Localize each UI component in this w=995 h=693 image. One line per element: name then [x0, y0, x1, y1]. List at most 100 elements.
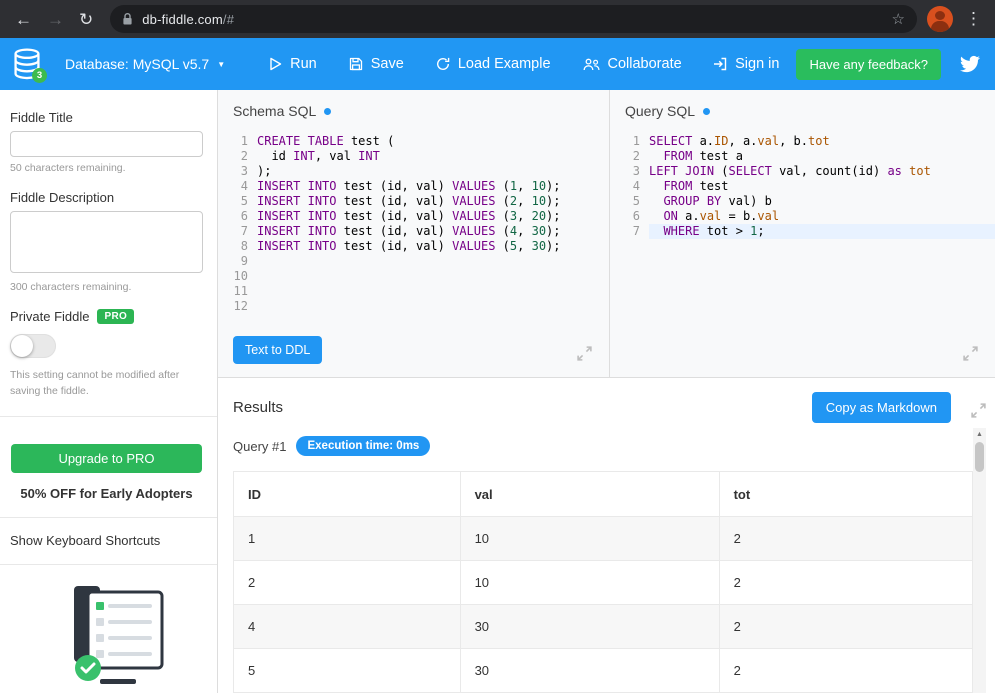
fiddle-title-input[interactable]	[10, 131, 203, 157]
app-header: 3 Database: MySQL v5.7 ▼ Run Save Load E…	[0, 38, 995, 90]
lock-icon	[122, 12, 133, 26]
table-cell: 10	[461, 517, 720, 561]
back-button[interactable]: ←	[15, 11, 32, 28]
query-editor[interactable]: 1SELECT a.ID, a.val, b.tot2 FROM test a3…	[625, 134, 995, 239]
schema-panel: Schema SQL 1CREATE TABLE test (2 id INT,…	[218, 90, 610, 377]
text-to-ddl-button[interactable]: Text to DDL	[233, 336, 322, 364]
reload-icon	[436, 57, 450, 71]
divider	[0, 564, 217, 565]
database-selector[interactable]: Database: MySQL v5.7 ▼	[65, 56, 225, 72]
table-cell: 1	[234, 517, 461, 561]
sign-in-label: Sign in	[735, 56, 779, 72]
play-icon	[269, 57, 282, 71]
table-row: 1102	[234, 517, 972, 561]
url-path: /#	[223, 12, 234, 27]
divider	[0, 517, 217, 518]
forward-button[interactable]: →	[47, 11, 64, 28]
feedback-button[interactable]: Have any feedback?	[796, 49, 941, 80]
results-scrollbar[interactable]: ▲	[973, 428, 986, 693]
expand-schema-icon[interactable]	[576, 345, 593, 362]
results-table-body: 1102210243025302	[234, 517, 972, 693]
schema-title-text: Schema SQL	[233, 103, 316, 119]
promo-text: 50% OFF for Early Adopters	[10, 486, 203, 501]
column-header: tot	[720, 472, 972, 517]
table-cell: 2	[720, 605, 972, 649]
header-right: Sign in Have any feedback?	[713, 49, 982, 80]
private-fiddle-toggle[interactable]	[10, 334, 56, 358]
table-cell: 5	[234, 649, 461, 693]
column-header: val	[461, 472, 720, 517]
table-row: 4302	[234, 605, 972, 649]
url-domain: db-fiddle.com	[142, 12, 223, 27]
copy-markdown-button[interactable]: Copy as Markdown	[812, 392, 951, 423]
query-panel: Query SQL 1SELECT a.ID, a.val, b.tot2 FR…	[610, 90, 995, 377]
private-fiddle-label: Private Fiddle	[10, 309, 89, 324]
expand-query-icon[interactable]	[962, 345, 979, 362]
table-cell: 2	[720, 649, 972, 693]
execution-time-badge: Execution time: 0ms	[296, 436, 430, 456]
query-number-label: Query #1	[233, 439, 286, 454]
run-button[interactable]: Run	[269, 56, 317, 72]
scrollbar-thumb[interactable]	[975, 442, 984, 472]
bookmark-star-icon[interactable]: ☆	[892, 10, 905, 28]
schema-editor[interactable]: 1CREATE TABLE test (2 id INT, val INT3);…	[233, 134, 609, 314]
address-bar[interactable]: db-fiddle.com/# ☆	[110, 5, 917, 33]
ad-illustration	[44, 580, 169, 692]
query-title-text: Query SQL	[625, 103, 695, 119]
unsaved-dot-icon	[324, 108, 331, 115]
keyboard-shortcuts-link[interactable]: Show Keyboard Shortcuts	[10, 533, 203, 548]
refresh-button[interactable]: ↻	[79, 11, 93, 28]
fiddle-description-label: Fiddle Description	[10, 190, 203, 205]
results-header: Results Copy as Markdown	[233, 392, 973, 423]
floppy-icon	[349, 57, 363, 71]
divider	[0, 416, 217, 417]
profile-avatar[interactable]	[927, 6, 953, 32]
fiddle-title-label: Fiddle Title	[10, 110, 203, 125]
table-cell: 4	[234, 605, 461, 649]
query-meta: Query #1 Execution time: 0ms	[233, 436, 973, 456]
sponsor-ad[interactable]: Join thousands of developers who have mi…	[10, 580, 203, 693]
upgrade-pro-button[interactable]: Upgrade to PRO	[11, 444, 202, 473]
people-icon	[583, 58, 600, 71]
editors-row: Schema SQL 1CREATE TABLE test (2 id INT,…	[218, 90, 995, 377]
table-row: 2102	[234, 561, 972, 605]
scroll-up-icon[interactable]: ▲	[973, 428, 986, 441]
results-title: Results	[233, 399, 283, 416]
column-header: ID	[234, 472, 461, 517]
save-button[interactable]: Save	[349, 56, 404, 72]
chevron-down-icon: ▼	[217, 60, 225, 69]
table-cell: 2	[720, 517, 972, 561]
results-table: IDvaltot 1102210243025302	[233, 471, 973, 693]
table-cell: 2	[720, 561, 972, 605]
toggle-knob	[11, 335, 33, 357]
save-label: Save	[371, 56, 404, 72]
private-fiddle-note: This setting cannot be modified after sa…	[10, 367, 196, 400]
fiddle-description-input[interactable]	[10, 211, 203, 273]
twitter-icon[interactable]	[958, 54, 982, 74]
sign-in-button[interactable]: Sign in	[713, 56, 779, 72]
run-label: Run	[290, 56, 317, 72]
results-table-head: IDvaltot	[234, 472, 972, 517]
description-remaining-hint: 300 characters remaining.	[10, 281, 203, 293]
expand-results-icon[interactable]	[970, 402, 987, 419]
results-section: Results Copy as Markdown Query #1 Execut…	[218, 377, 995, 693]
browser-toolbar: ← → ↻ db-fiddle.com/# ☆ ⋮	[0, 0, 995, 38]
sign-in-icon	[713, 57, 727, 71]
db-fiddle-app: ← → ↻ db-fiddle.com/# ☆ ⋮ 3 Database: My…	[0, 0, 995, 693]
table-cell: 30	[461, 605, 720, 649]
unsaved-dot-icon	[703, 108, 710, 115]
url-text: db-fiddle.com/#	[142, 12, 234, 27]
sidebar: Fiddle Title 50 characters remaining. Fi…	[0, 90, 218, 693]
table-cell: 30	[461, 649, 720, 693]
load-example-button[interactable]: Load Example	[436, 56, 551, 72]
browser-menu-button[interactable]: ⋮	[965, 9, 982, 29]
table-cell: 10	[461, 561, 720, 605]
status-badge: 3	[32, 68, 47, 83]
title-remaining-hint: 50 characters remaining.	[10, 162, 203, 174]
table-cell: 2	[234, 561, 461, 605]
page-body: Fiddle Title 50 characters remaining. Fi…	[0, 90, 995, 693]
collaborate-label: Collaborate	[608, 56, 682, 72]
db-fiddle-logo[interactable]: 3	[13, 48, 41, 80]
collaborate-button[interactable]: Collaborate	[583, 56, 682, 72]
table-row: 5302	[234, 649, 972, 693]
